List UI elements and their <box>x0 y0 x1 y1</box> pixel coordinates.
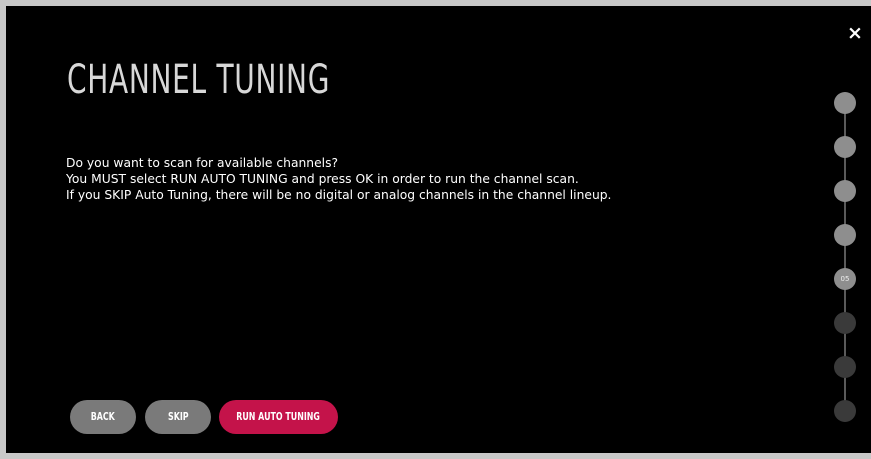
description-line-2: You MUST select RUN AUTO TUNING and pres… <box>66 172 579 186</box>
close-icon[interactable]: × <box>844 22 866 44</box>
step-4 <box>834 224 856 246</box>
step-8 <box>834 400 856 422</box>
skip-button-label: SKIP <box>167 410 189 423</box>
description: Do you want to scan for available channe… <box>66 155 766 203</box>
step-7 <box>834 356 856 378</box>
step-2 <box>834 136 856 158</box>
step-progress: 05 <box>833 92 857 422</box>
description-line-3: If you SKIP Auto Tuning, there will be n… <box>66 188 612 202</box>
page-title: CHANNEL TUNING <box>67 57 331 103</box>
step-3 <box>834 180 856 202</box>
run-auto-tuning-button[interactable]: RUN AUTO TUNING <box>219 400 338 434</box>
run-auto-tuning-button-label: RUN AUTO TUNING <box>236 410 321 423</box>
back-button-label: BACK <box>90 410 116 423</box>
step-6 <box>834 312 856 334</box>
back-button[interactable]: BACK <box>70 400 136 434</box>
description-line-1: Do you want to scan for available channe… <box>66 156 339 170</box>
setup-screen: × CHANNEL TUNING Do you want to scan for… <box>6 6 871 453</box>
skip-button[interactable]: SKIP <box>145 400 211 434</box>
step-5-current: 05 <box>834 268 856 290</box>
step-1 <box>834 92 856 114</box>
